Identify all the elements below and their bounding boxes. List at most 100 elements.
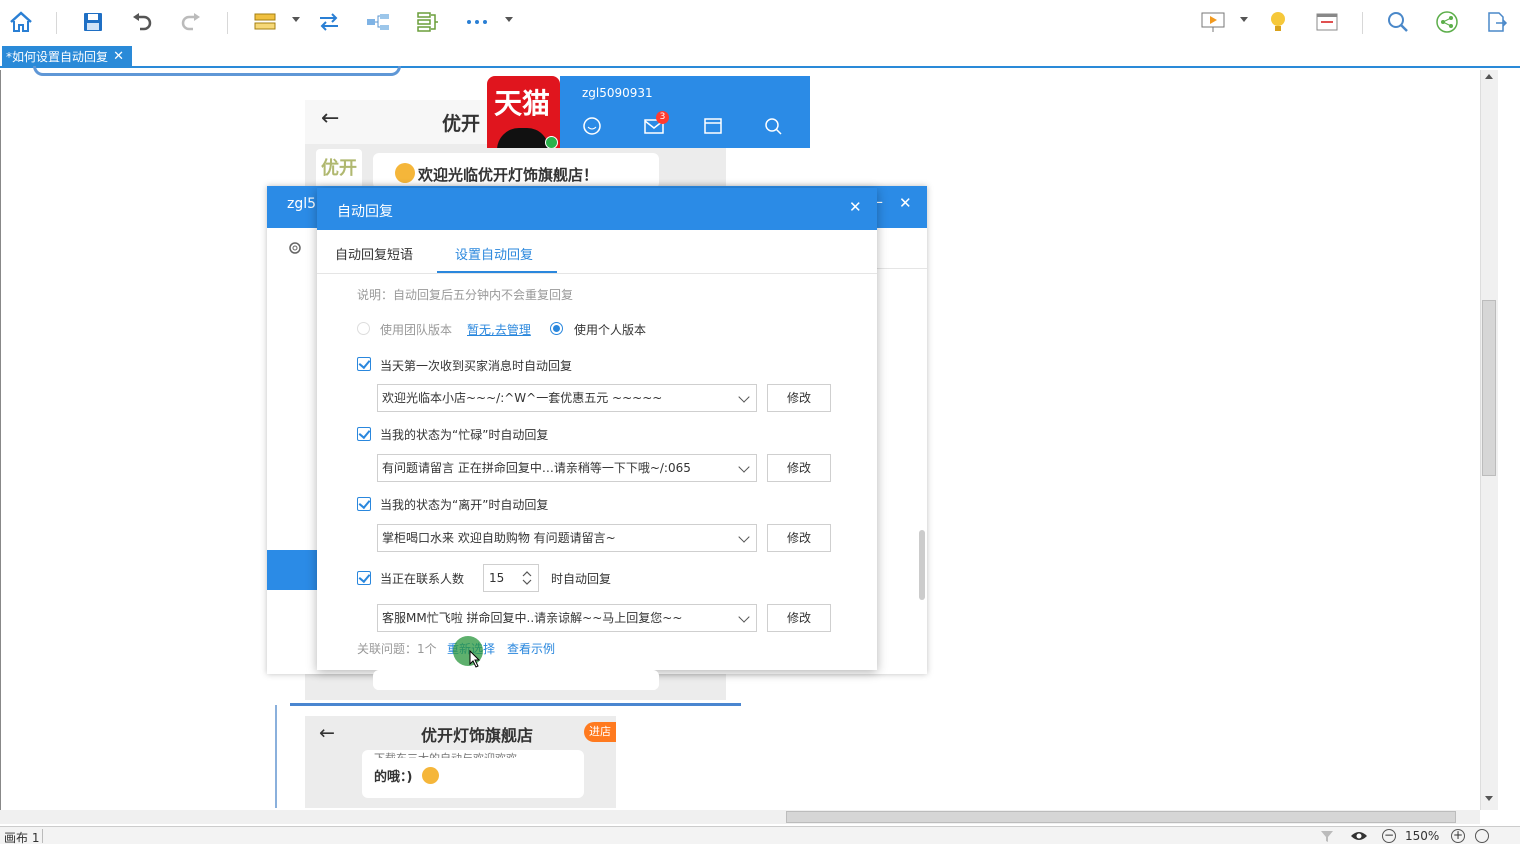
mindmap-icon[interactable] [364,8,392,36]
back-arrow-icon: ← [321,106,340,131]
related-questions-label: 关联问题：1个 [357,642,437,656]
status-bar: 画布 1 − 150% + [0,826,1520,845]
welcome-bubble: 欢迎光临优开灯饰旗舰店！ [373,153,659,189]
team-version-label: 使用团队版本 [380,323,453,337]
close-icon[interactable]: ✕ [113,46,124,68]
more-icon[interactable] [463,8,491,36]
settings-row[interactable] [267,228,317,270]
document-tab[interactable]: *如何设置自动回复 ✕ [2,46,132,68]
document-tab-title: *如何设置自动回复 [6,50,109,64]
chevron-down-icon [738,391,750,403]
store-badge[interactable]: 进店 [584,722,616,742]
back-arrow-icon: ← [319,722,335,744]
emoji-icon [422,767,439,784]
zoom-out-icon[interactable]: − [1382,829,1396,843]
rule-contacts-edit-button[interactable]: 修改 [767,604,831,632]
dialog-tabs: 自动回复短语 设置自动回复 [317,230,877,274]
window-icon[interactable] [1313,8,1341,36]
mail-badge: 3 [656,111,669,124]
present-dropdown-caret[interactable] [1240,17,1248,22]
emoji-icon [395,163,415,183]
toolbar-divider [227,12,228,34]
horizontal-scroll-thumb[interactable] [786,811,1456,823]
chevron-down-icon [738,611,750,623]
gear-icon [289,242,301,254]
search-icon [765,118,782,135]
dialog-header: 自动回复 ✕ [317,188,877,230]
rule-first-message-checkbox[interactable] [357,357,371,371]
rule-busy-select[interactable]: 有问题请留言 正在拼命回复中…请亲稍等一下下哦~/:065 [377,454,757,482]
rule-first-message-label: 当天第一次收到买家消息时自动回复 [380,359,573,373]
rule-first-message-select[interactable]: 欢迎光临本小店~~~/:^W^一套优惠五元 ~~~~~ [377,384,757,412]
topic-border [275,705,277,808]
scroll-up-arrow-icon[interactable] [1485,74,1493,79]
phone-title: 优开 [442,113,481,135]
personal-version-label: 使用个人版本 [574,323,647,337]
eye-icon [1351,832,1367,840]
more-dropdown-caret[interactable] [505,17,513,22]
tab-set-auto-reply[interactable]: 设置自动回复 [455,244,533,263]
topic-frame [33,66,401,76]
contacts-count-stepper[interactable]: 15 [483,564,539,592]
rule-contacts-checkbox[interactable] [357,571,371,585]
search-icon[interactable] [1384,8,1412,36]
document-tab-strip: *如何设置自动回复 ✕ [0,44,1520,68]
username: zgl5090931 [582,86,653,100]
rule-contacts-suffix: 时自动回复 [551,572,612,586]
shop-logo: 优开 [316,149,362,189]
welcome-text: 欢迎光临优开灯饰旗舰店！ [418,166,599,184]
main-toolbar [0,0,1520,44]
rule-away-checkbox[interactable] [357,497,371,511]
dialog-close-button[interactable]: ✕ [849,198,862,216]
note-text: 说明：自动回复后五分钟内不会重复回复 [357,288,574,302]
scroll-down-arrow-icon[interactable] [1485,796,1493,801]
auto-reply-dialog: 自动回复 ✕ 自动回复短语 设置自动回复 说明：自动回复后五分钟内不会重复回复 … [317,188,877,670]
scrollbar-thumb[interactable] [919,530,925,600]
layout-dropdown-caret[interactable] [292,17,300,22]
rule-busy-checkbox[interactable] [357,427,371,441]
active-tab-indicator [437,271,557,273]
rule-busy-label: 当我的状态为“忙碌”时自动回复 [380,428,549,442]
team-manage-link[interactable]: 暂无,去管理 [467,321,531,338]
message-text-partial: 下载东三大的自动与欢迎欢欢 [374,750,517,758]
present-icon[interactable] [1199,8,1227,36]
layout-icon[interactable] [251,8,279,36]
redo-icon[interactable] [177,8,205,36]
tmall-logo: 天猫 [487,76,560,148]
rule-away-edit-button[interactable]: 修改 [767,524,831,552]
undo-icon[interactable] [128,8,156,36]
rule-first-message-edit-button[interactable]: 修改 [767,384,831,412]
sidebar-item-active[interactable] [267,550,317,590]
online-status-icon [545,136,558,148]
chevron-down-icon [738,531,750,543]
topic-underline [290,703,741,706]
swap-icon[interactable] [315,8,343,36]
share-icon[interactable] [1433,8,1461,36]
tmall-logo-text: 天猫 [494,87,551,120]
rule-busy-edit-button[interactable]: 修改 [767,454,831,482]
fit-page-icon[interactable] [1475,829,1489,843]
export-icon[interactable] [1483,8,1511,36]
rule-away-select[interactable]: 掌柜喝口水来 欢迎自助购物 有问题请留言~ [377,524,757,552]
save-icon[interactable] [79,8,107,36]
message-text: 的哦：) [374,770,413,785]
qianniu-header: zgl5090931 3 [560,76,810,148]
close-button[interactable]: ✕ [899,194,912,212]
mouse-cursor-icon [469,650,481,668]
contacts-count-value: 15 [489,571,505,585]
view-example-link[interactable]: 查看示例 [507,640,555,657]
bulb-icon[interactable] [1264,8,1292,36]
chevron-down-icon [738,461,750,473]
team-version-radio[interactable] [357,322,370,335]
rule-contacts-select[interactable]: 客服MM忙飞啦 拼命回复中..请亲谅解~~马上回复您~~ [377,604,757,632]
filter-icon [1321,831,1333,842]
smile-icon [583,117,601,135]
message-bubble: 下载东三大的自动与欢迎欢欢 的哦：) [362,750,584,798]
home-icon[interactable] [7,8,35,36]
vertical-scroll-thumb[interactable] [1482,300,1496,476]
outline-icon[interactable] [413,8,441,36]
phone-title: 优开灯饰旗舰店 [421,726,534,745]
zoom-in-icon[interactable]: + [1451,829,1465,843]
tab-auto-reply-phrases[interactable]: 自动回复短语 [335,244,413,263]
personal-version-radio[interactable] [550,322,563,335]
